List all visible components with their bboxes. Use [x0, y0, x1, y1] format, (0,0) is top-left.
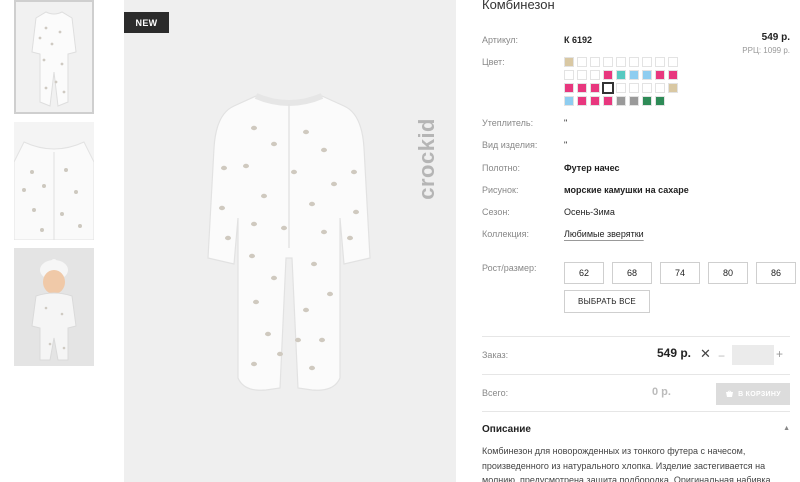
thumbnail-model[interactable] — [14, 248, 94, 366]
season-label: Сезон: — [482, 207, 510, 217]
color-swatch-grid — [564, 57, 688, 106]
close-icon[interactable]: ✕ — [700, 346, 711, 362]
pattern-value: морские камушки на сахаре — [564, 185, 689, 195]
garment-illustration — [207, 93, 371, 391]
insulation-label: Утеплитель: — [482, 118, 534, 128]
cart-icon — [726, 390, 734, 397]
color-swatch[interactable] — [577, 96, 587, 106]
color-swatch[interactable] — [590, 70, 600, 80]
article-value: К 6192 — [564, 35, 593, 45]
color-swatch[interactable] — [616, 96, 626, 106]
color-swatch[interactable] — [642, 70, 652, 80]
color-swatch[interactable] — [577, 83, 587, 93]
product-title: Комбинезон — [482, 0, 555, 12]
size-option-68[interactable]: 68 — [612, 262, 652, 284]
color-swatch[interactable] — [655, 57, 665, 67]
color-swatch[interactable] — [564, 57, 574, 67]
brand-logo: crockid — [414, 118, 439, 200]
color-swatch[interactable] — [564, 96, 574, 106]
color-swatch[interactable] — [642, 57, 652, 67]
color-label: Цвет: — [482, 57, 505, 67]
color-swatch[interactable] — [603, 96, 613, 106]
description-text: Комбинезон для новорожденных из тонкого … — [482, 446, 771, 482]
rrp-price: РРЦ: 1099 р. — [742, 46, 790, 55]
color-swatch[interactable] — [668, 83, 678, 93]
color-swatch[interactable] — [590, 83, 600, 93]
thumbnail-front[interactable] — [14, 0, 94, 114]
color-swatch[interactable] — [629, 70, 639, 80]
size-option-86[interactable]: 86 — [756, 262, 796, 284]
add-to-cart-button[interactable]: В КОРЗИНУ — [716, 383, 790, 405]
size-options: 62 68 74 80 86 — [564, 262, 796, 284]
select-all-sizes-button[interactable]: ВЫБРАТЬ ВСЕ — [564, 290, 650, 313]
color-swatch[interactable] — [629, 83, 639, 93]
color-swatch[interactable] — [629, 96, 639, 106]
size-option-80[interactable]: 80 — [708, 262, 748, 284]
article-label: Артикул: — [482, 35, 519, 45]
total-label: Всего: — [482, 388, 509, 398]
color-swatch[interactable] — [616, 57, 626, 67]
order-label: Заказ: — [482, 350, 509, 360]
color-swatch[interactable] — [655, 83, 665, 93]
type-value: " — [564, 140, 568, 150]
order-price: 549 р. — [657, 346, 692, 360]
product-info-panel: Комбинезон Артикул: К 6192 549 р. РРЦ: 1… — [482, 0, 796, 482]
minus-icon[interactable]: − — [718, 349, 725, 363]
size-option-74[interactable]: 74 — [660, 262, 700, 284]
collection-link[interactable]: Любимые зверятки — [564, 229, 644, 239]
color-swatch[interactable] — [577, 70, 587, 80]
main-product-image[interactable]: NEW crockid — [124, 0, 456, 482]
color-swatch[interactable] — [590, 57, 600, 67]
color-swatch[interactable] — [616, 83, 626, 93]
collection-label: Коллекция: — [482, 229, 530, 239]
description-title[interactable]: Описание — [482, 424, 531, 435]
product-price: 549 р. — [761, 32, 790, 43]
color-swatch[interactable] — [668, 70, 678, 80]
size-option-62[interactable]: 62 — [564, 262, 604, 284]
plus-icon[interactable]: + — [776, 347, 783, 361]
color-swatch[interactable] — [655, 70, 665, 80]
quantity-input[interactable] — [732, 345, 774, 365]
color-swatch[interactable] — [564, 70, 574, 80]
color-swatch[interactable] — [590, 96, 600, 106]
divider — [482, 374, 790, 375]
color-swatch[interactable] — [642, 83, 652, 93]
color-swatch[interactable] — [603, 57, 613, 67]
color-swatch[interactable] — [642, 96, 652, 106]
fabric-label: Полотно: — [482, 163, 521, 173]
color-swatch[interactable] — [577, 57, 587, 67]
color-swatch[interactable] — [603, 70, 613, 80]
color-swatch[interactable] — [629, 57, 639, 67]
type-label: Вид изделия: — [482, 140, 538, 150]
total-value: 0 р. — [652, 386, 671, 398]
color-swatch[interactable] — [668, 57, 678, 67]
season-value: Осень-Зима — [564, 207, 615, 217]
color-swatch[interactable] — [602, 82, 614, 94]
divider — [482, 411, 790, 412]
color-swatch[interactable] — [616, 70, 626, 80]
thumbnail-detail[interactable] — [14, 122, 94, 240]
insulation-value: " — [564, 118, 568, 128]
size-label: Рост/размер: — [482, 263, 537, 273]
pattern-label: Рисунок: — [482, 185, 519, 195]
fabric-value: Футер начес — [564, 163, 620, 173]
add-to-cart-label: В КОРЗИНУ — [738, 390, 781, 398]
color-swatch[interactable] — [655, 96, 665, 106]
new-badge: NEW — [124, 12, 169, 33]
divider — [482, 336, 790, 337]
color-swatch[interactable] — [564, 83, 574, 93]
collapse-arrow-icon[interactable]: ▲ — [783, 425, 790, 432]
